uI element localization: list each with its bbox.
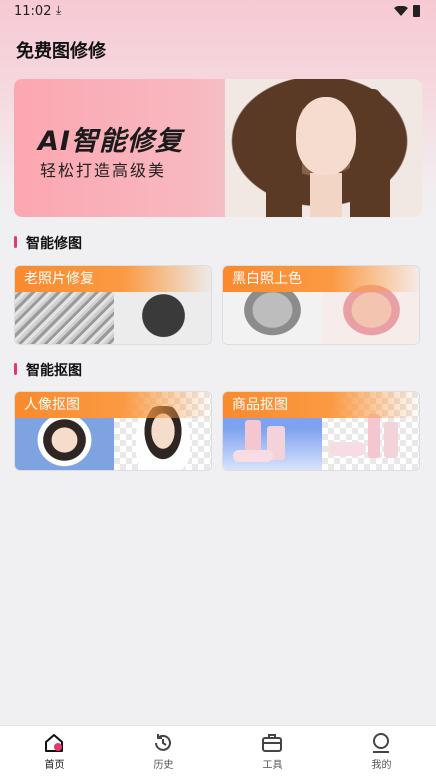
card-label: 黑白照上色 xyxy=(223,266,419,292)
card-colorize[interactable]: 黑白照上色 xyxy=(222,265,420,345)
nav-label: 我的 xyxy=(371,760,392,771)
section-accent-bar xyxy=(14,363,17,375)
bottom-nav: 首页 历史 工具 我的 xyxy=(0,725,436,776)
profile-icon xyxy=(373,733,389,753)
nav-label: 历史 xyxy=(153,760,174,771)
toolbox-icon xyxy=(262,734,282,752)
history-icon xyxy=(155,734,171,751)
status-time: 11:02 xyxy=(14,4,52,19)
page-title: 免费图修修 xyxy=(16,41,106,62)
banner-ai-repair[interactable]: AI智能修复 轻松打造高级美 xyxy=(14,79,422,217)
banner-photo-face xyxy=(296,97,356,175)
card-label: 商品抠图 xyxy=(223,392,419,418)
home-icon xyxy=(45,734,63,752)
battery-icon xyxy=(413,5,420,17)
card-old-photo-repair[interactable]: 老照片修复 xyxy=(14,265,212,345)
nav-item-mine[interactable]: 我的 xyxy=(327,726,436,776)
banner-title: AI智能修复 xyxy=(38,126,183,157)
nav-item-history[interactable]: 历史 xyxy=(109,726,218,776)
banner-photo-neck xyxy=(310,173,342,217)
status-bar: 11:02 ⤓ xyxy=(0,0,436,24)
section-title: 智能抠图 xyxy=(26,363,82,379)
banner-subtitle: 轻松打造高级美 xyxy=(40,161,167,180)
card-label: 人像抠图 xyxy=(15,392,211,418)
nav-label: 首页 xyxy=(44,760,65,771)
section-title: 智能修图 xyxy=(26,236,82,252)
nav-item-home[interactable]: 首页 xyxy=(0,726,109,776)
card-label: 老照片修复 xyxy=(15,266,211,292)
card-portrait-cutout[interactable]: 人像抠图 xyxy=(14,391,212,471)
wifi-icon xyxy=(394,6,408,16)
banner-photo-hair-right xyxy=(350,89,390,217)
download-icon: ⤓ xyxy=(56,3,62,17)
banner-photo-hair-left xyxy=(266,89,302,217)
card-product-cutout[interactable]: 商品抠图 xyxy=(222,391,420,471)
section-accent-bar xyxy=(14,236,17,248)
nav-label: 工具 xyxy=(262,760,283,771)
nav-item-tools[interactable]: 工具 xyxy=(218,726,327,776)
